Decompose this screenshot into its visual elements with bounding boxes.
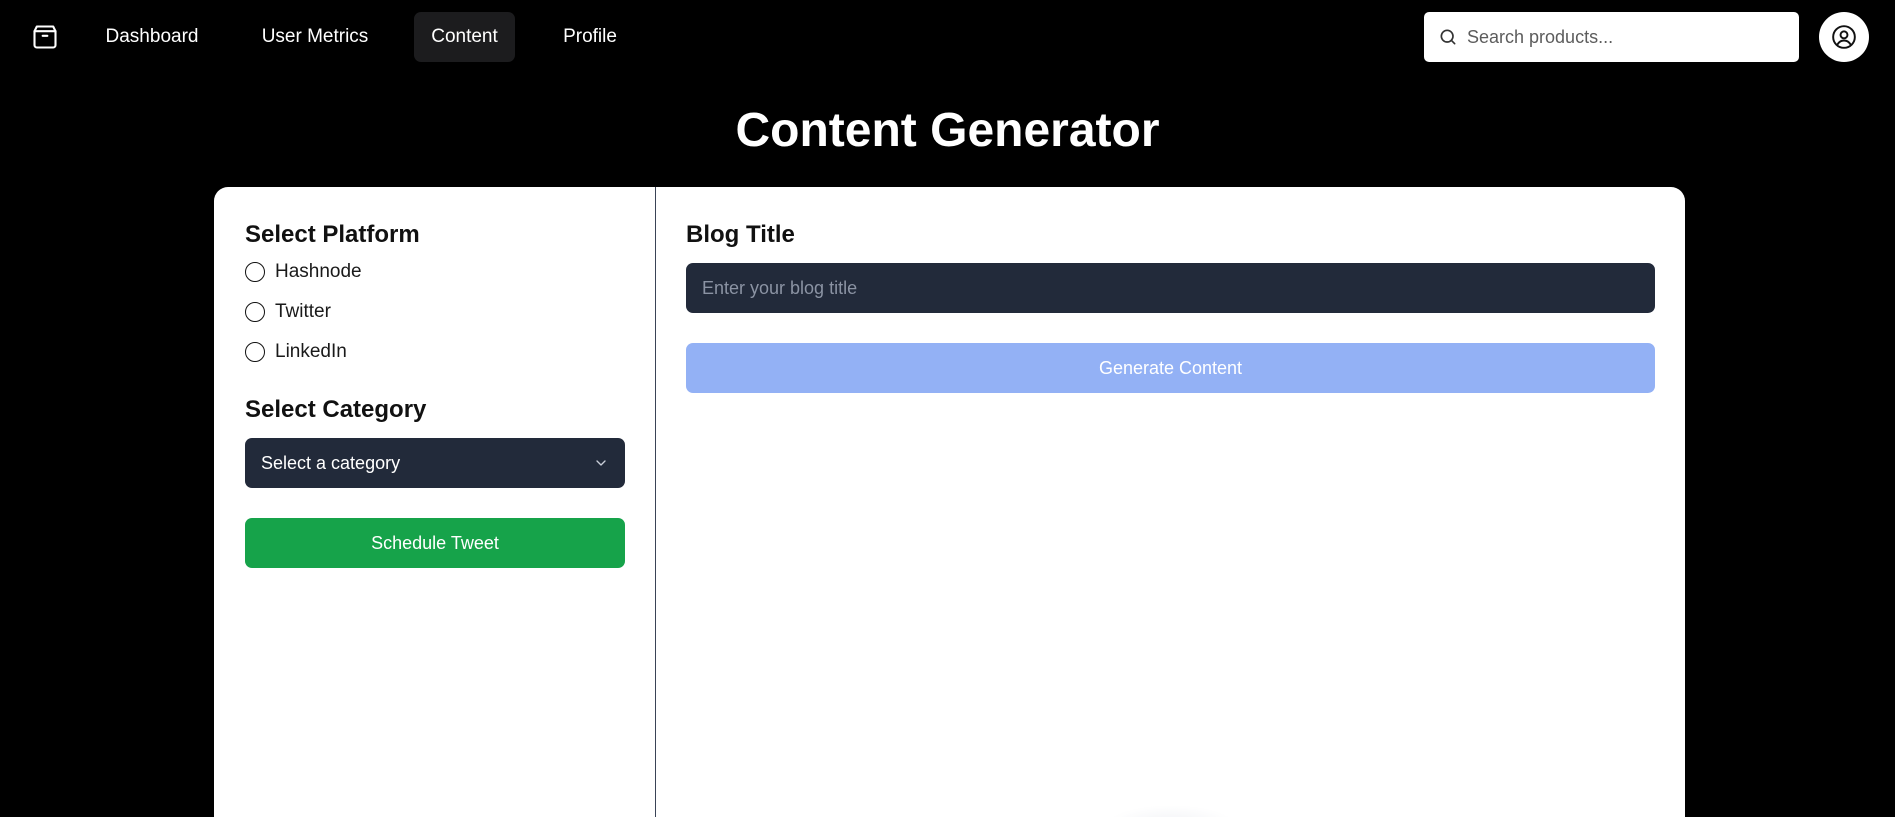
radio-button[interactable] <box>245 342 265 362</box>
nav-link-content[interactable]: Content <box>414 12 515 62</box>
panel-divider <box>655 187 656 817</box>
radio-button[interactable] <box>245 302 265 322</box>
blog-title-input[interactable] <box>686 263 1655 313</box>
content-generator-panel: Select Platform Hashnode Twitter LinkedI… <box>214 187 1685 817</box>
category-select-value: Select a category <box>261 452 401 473</box>
user-circle-icon <box>1832 25 1856 49</box>
search-input[interactable] <box>1467 26 1787 48</box>
schedule-tweet-button[interactable]: Schedule Tweet <box>245 518 625 568</box>
platform-radio-linkedin[interactable]: LinkedIn <box>245 339 347 365</box>
search-icon <box>1440 29 1456 45</box>
radio-button[interactable] <box>245 262 265 282</box>
nav-link-user-metrics[interactable]: User Metrics <box>250 12 380 62</box>
chevron-down-icon <box>596 460 606 466</box>
search-bar[interactable] <box>1424 12 1799 62</box>
loading-glow <box>1106 805 1236 817</box>
radio-label: Hashnode <box>275 261 362 282</box>
category-select[interactable]: Select a category <box>245 438 625 488</box>
platform-radio-hashnode[interactable]: Hashnode <box>245 259 362 285</box>
select-platform-heading: Select Platform <box>245 221 420 248</box>
radio-label: LinkedIn <box>275 341 347 362</box>
radio-label: Twitter <box>275 301 331 322</box>
top-navbar: Dashboard User Metrics Content Profile <box>0 0 1895 74</box>
select-category-heading: Select Category <box>245 396 427 423</box>
user-avatar-button[interactable] <box>1819 12 1869 62</box>
package-box-icon[interactable] <box>29 23 61 51</box>
blog-title-heading: Blog Title <box>686 221 795 248</box>
nav-link-dashboard[interactable]: Dashboard <box>93 12 211 62</box>
page-title: Content Generator <box>735 104 1160 157</box>
generated-content-area <box>686 423 1655 817</box>
generate-content-button[interactable]: Generate Content <box>686 343 1655 393</box>
platform-radio-twitter[interactable]: Twitter <box>245 299 331 325</box>
nav-link-profile[interactable]: Profile <box>550 12 630 62</box>
